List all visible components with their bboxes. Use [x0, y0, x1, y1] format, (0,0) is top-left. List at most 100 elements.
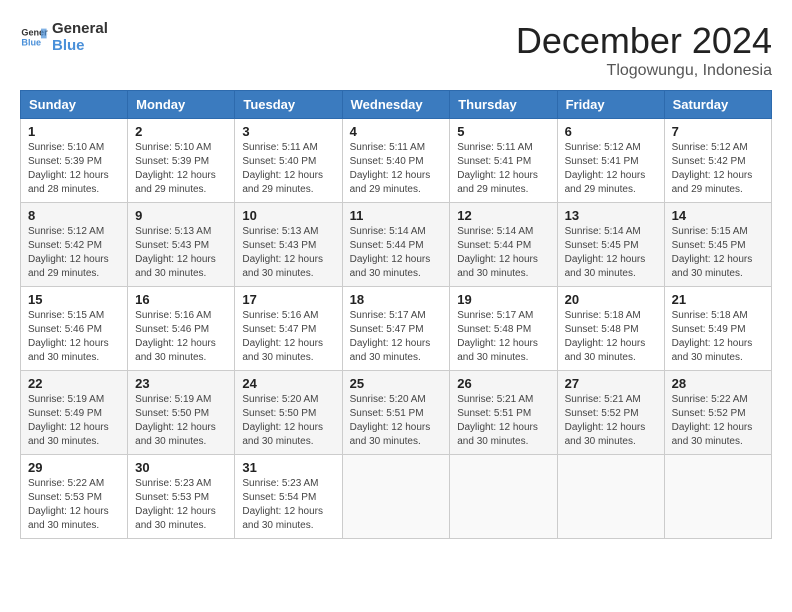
day-info: Sunrise: 5:12 AM Sunset: 5:42 PM Dayligh… — [672, 141, 764, 197]
logo: General Blue General Blue — [20, 20, 108, 54]
day-info: Sunrise: 5:23 AM Sunset: 5:54 PM Dayligh… — [242, 477, 334, 533]
table-row: 7Sunrise: 5:12 AM Sunset: 5:42 PM Daylig… — [664, 119, 771, 203]
day-info: Sunrise: 5:10 AM Sunset: 5:39 PM Dayligh… — [135, 141, 227, 197]
day-number: 4 — [350, 124, 443, 139]
day-info: Sunrise: 5:22 AM Sunset: 5:52 PM Dayligh… — [672, 393, 764, 449]
table-row: 25Sunrise: 5:20 AM Sunset: 5:51 PM Dayli… — [342, 371, 450, 455]
day-info: Sunrise: 5:11 AM Sunset: 5:40 PM Dayligh… — [350, 141, 443, 197]
calendar-week-row: 15Sunrise: 5:15 AM Sunset: 5:46 PM Dayli… — [21, 287, 772, 371]
logo-line1: General — [52, 20, 108, 37]
day-number: 19 — [457, 292, 549, 307]
day-number: 27 — [565, 376, 657, 391]
day-number: 10 — [242, 208, 334, 223]
calendar-header-row: Sunday Monday Tuesday Wednesday Thursday… — [21, 91, 772, 119]
day-number: 9 — [135, 208, 227, 223]
day-number: 13 — [565, 208, 657, 223]
calendar-week-row: 8 Sunrise: 5:12 AM Sunset: 5:42 PM Daylig… — [21, 203, 772, 287]
table-row: 17 Sunrise: 5:16 AM Sunset: 5:47 PM Dayli… — [235, 287, 342, 371]
page-header: General Blue General Blue December 2024 … — [20, 20, 772, 80]
col-sunday: Sunday — [21, 91, 128, 119]
day-number: 17 — [242, 292, 334, 307]
day-info: Sunrise: 5:14 AM Sunset: 5:44 PM Dayligh… — [457, 225, 549, 281]
day-number: 2 — [135, 124, 227, 139]
day-info: Sunrise: 5:16 AM Sunset: 5:47 PM Dayligh… — [242, 309, 334, 365]
table-row: 29 Sunrise: 5:22 AM Sunset: 5:53 PM Dayli… — [21, 455, 128, 539]
day-info: Sunrise: 5:10 AM Sunset: 5:39 PM Dayligh… — [28, 141, 120, 197]
day-info: Sunrise: 5:22 AM Sunset: 5:53 PM Dayligh… — [28, 477, 120, 533]
day-number: 14 — [672, 208, 764, 223]
table-row: 19 Sunrise: 5:17 AM Sunset: 5:48 PM Dayli… — [450, 287, 557, 371]
logo-icon: General Blue — [20, 23, 48, 51]
day-info: Sunrise: 5:23 AM Sunset: 5:53 PM Dayligh… — [135, 477, 227, 533]
day-number: 3 — [242, 124, 334, 139]
day-info: Sunrise: 5:19 AM Sunset: 5:50 PM Dayligh… — [135, 393, 227, 449]
table-row: 5 Sunrise: 5:11 AM Sunset: 5:41 PM Daylig… — [450, 119, 557, 203]
day-info: Sunrise: 5:12 AM Sunset: 5:42 PM Dayligh… — [28, 225, 120, 281]
day-info: Sunrise: 5:17 AM Sunset: 5:47 PM Dayligh… — [350, 309, 443, 365]
day-info: Sunrise: 5:15 AM Sunset: 5:45 PM Dayligh… — [672, 225, 764, 281]
table-row: 31Sunrise: 5:23 AM Sunset: 5:54 PM Dayli… — [235, 455, 342, 539]
day-info: Sunrise: 5:16 AM Sunset: 5:46 PM Dayligh… — [135, 309, 227, 365]
col-tuesday: Tuesday — [235, 91, 342, 119]
day-info: Sunrise: 5:20 AM Sunset: 5:50 PM Dayligh… — [242, 393, 334, 449]
table-row: 23 Sunrise: 5:19 AM Sunset: 5:50 PM Dayli… — [128, 371, 235, 455]
day-number: 29 — [28, 460, 120, 475]
table-row: 8 Sunrise: 5:12 AM Sunset: 5:42 PM Daylig… — [21, 203, 128, 287]
day-info: Sunrise: 5:19 AM Sunset: 5:49 PM Dayligh… — [28, 393, 120, 449]
table-row: 28 Sunrise: 5:22 AM Sunset: 5:52 PM Dayli… — [664, 371, 771, 455]
day-info: Sunrise: 5:14 AM Sunset: 5:44 PM Dayligh… — [350, 225, 443, 281]
day-info: Sunrise: 5:21 AM Sunset: 5:52 PM Dayligh… — [565, 393, 657, 449]
day-info: Sunrise: 5:11 AM Sunset: 5:41 PM Dayligh… — [457, 141, 549, 197]
table-row: 12 Sunrise: 5:14 AM Sunset: 5:44 PM Dayli… — [450, 203, 557, 287]
table-row: 20 Sunrise: 5:18 AM Sunset: 5:48 PM Dayli… — [557, 287, 664, 371]
day-number: 30 — [135, 460, 227, 475]
day-info: Sunrise: 5:18 AM Sunset: 5:48 PM Dayligh… — [565, 309, 657, 365]
location-subtitle: Tlogowungu, Indonesia — [516, 62, 772, 80]
day-number: 1 — [28, 124, 120, 139]
table-row: 10 Sunrise: 5:13 AM Sunset: 5:43 PM Dayli… — [235, 203, 342, 287]
table-row: 11Sunrise: 5:14 AM Sunset: 5:44 PM Dayli… — [342, 203, 450, 287]
day-info: Sunrise: 5:15 AM Sunset: 5:46 PM Dayligh… — [28, 309, 120, 365]
table-row: 22Sunrise: 5:19 AM Sunset: 5:49 PM Dayli… — [21, 371, 128, 455]
day-info: Sunrise: 5:13 AM Sunset: 5:43 PM Dayligh… — [242, 225, 334, 281]
day-number: 26 — [457, 376, 549, 391]
table-row: 30 Sunrise: 5:23 AM Sunset: 5:53 PM Dayli… — [128, 455, 235, 539]
table-row: 9 Sunrise: 5:13 AM Sunset: 5:43 PM Daylig… — [128, 203, 235, 287]
table-row: 13 Sunrise: 5:14 AM Sunset: 5:45 PM Dayli… — [557, 203, 664, 287]
day-number: 24 — [242, 376, 334, 391]
day-number: 6 — [565, 124, 657, 139]
calendar-week-row: 29 Sunrise: 5:22 AM Sunset: 5:53 PM Dayli… — [21, 455, 772, 539]
table-row: 16Sunrise: 5:16 AM Sunset: 5:46 PM Dayli… — [128, 287, 235, 371]
col-saturday: Saturday — [664, 91, 771, 119]
day-info: Sunrise: 5:18 AM Sunset: 5:49 PM Dayligh… — [672, 309, 764, 365]
table-row: 26 Sunrise: 5:21 AM Sunset: 5:51 PM Dayli… — [450, 371, 557, 455]
table-row: 6 Sunrise: 5:12 AM Sunset: 5:41 PM Daylig… — [557, 119, 664, 203]
day-info: Sunrise: 5:21 AM Sunset: 5:51 PM Dayligh… — [457, 393, 549, 449]
table-row: 21Sunrise: 5:18 AM Sunset: 5:49 PM Dayli… — [664, 287, 771, 371]
day-number: 20 — [565, 292, 657, 307]
day-number: 25 — [350, 376, 443, 391]
day-info: Sunrise: 5:14 AM Sunset: 5:45 PM Dayligh… — [565, 225, 657, 281]
svg-text:Blue: Blue — [21, 37, 41, 47]
day-number: 8 — [28, 208, 120, 223]
table-row — [664, 455, 771, 539]
table-row — [557, 455, 664, 539]
col-wednesday: Wednesday — [342, 91, 450, 119]
day-number: 5 — [457, 124, 549, 139]
day-number: 18 — [350, 292, 443, 307]
col-monday: Monday — [128, 91, 235, 119]
day-info: Sunrise: 5:17 AM Sunset: 5:48 PM Dayligh… — [457, 309, 549, 365]
month-title: December 2024 — [516, 20, 772, 62]
day-number: 23 — [135, 376, 227, 391]
table-row: 4 Sunrise: 5:11 AM Sunset: 5:40 PM Daylig… — [342, 119, 450, 203]
table-row: 24 Sunrise: 5:20 AM Sunset: 5:50 PM Dayli… — [235, 371, 342, 455]
day-number: 12 — [457, 208, 549, 223]
table-row: 1 Sunrise: 5:10 AM Sunset: 5:39 PM Daylig… — [21, 119, 128, 203]
day-info: Sunrise: 5:13 AM Sunset: 5:43 PM Dayligh… — [135, 225, 227, 281]
col-thursday: Thursday — [450, 91, 557, 119]
calendar-week-row: 1 Sunrise: 5:10 AM Sunset: 5:39 PM Daylig… — [21, 119, 772, 203]
day-info: Sunrise: 5:12 AM Sunset: 5:41 PM Dayligh… — [565, 141, 657, 197]
logo-line2: Blue — [52, 37, 108, 54]
day-number: 28 — [672, 376, 764, 391]
table-row: 15Sunrise: 5:15 AM Sunset: 5:46 PM Dayli… — [21, 287, 128, 371]
